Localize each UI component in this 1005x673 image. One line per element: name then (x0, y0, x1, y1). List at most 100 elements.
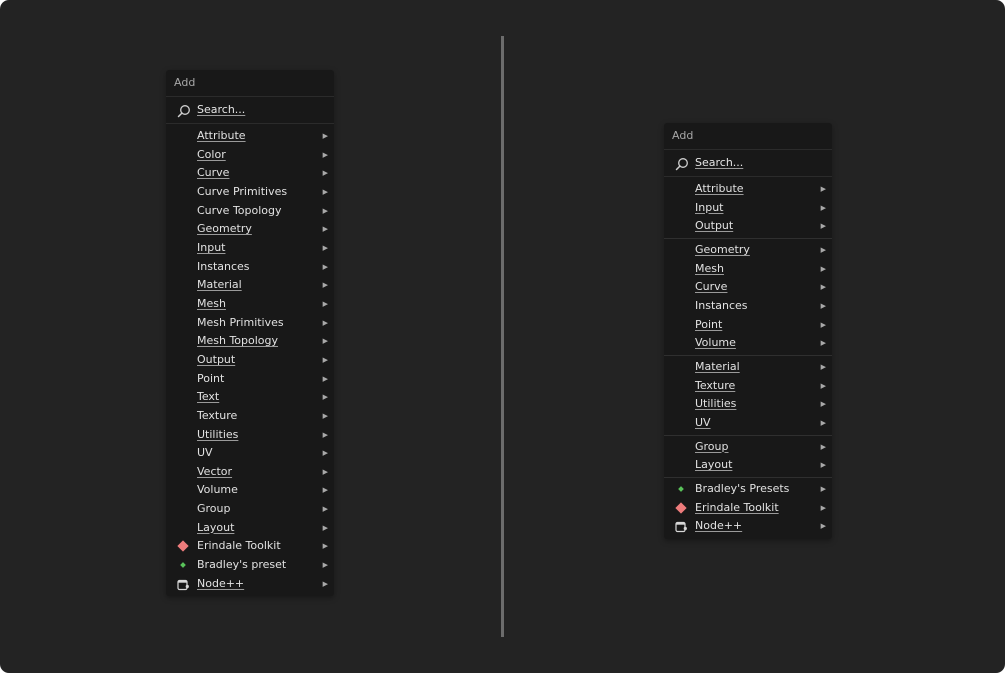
menu-item-mesh[interactable]: Mesh ▶ (166, 295, 334, 314)
menu-item-label: Mesh Primitives (197, 315, 284, 329)
menu-item-label: Mesh Topology (197, 334, 279, 348)
menu-item-label: Curve (197, 166, 230, 180)
menu-item-list: Attribute ▶ Input ▶ Output ▶ Geometry ▶ Mesh… (664, 177, 832, 539)
menu-item-label: Curve Topology (197, 203, 282, 217)
menu-item-label: Geometry (197, 222, 252, 236)
menu-item-erindale-toolkit[interactable]: Erindale Toolkit ▶ (664, 499, 832, 518)
menu-item-instances[interactable]: Instances ▶ (664, 297, 832, 316)
menu-item-label: Layout (197, 520, 235, 534)
menu-item-label: Input (695, 200, 724, 214)
menu-item-geometry[interactable]: Geometry ▶ (664, 241, 832, 260)
submenu-arrow-icon: ▶ (820, 418, 826, 427)
submenu-arrow-icon: ▶ (322, 505, 328, 514)
menu-item-label: Point (695, 317, 723, 331)
menu-item-point[interactable]: Point ▶ (664, 316, 832, 335)
submenu-arrow-icon: ▶ (322, 467, 328, 476)
menu-item-label: Mesh (197, 296, 226, 310)
menu-item-color[interactable]: Color ▶ (166, 146, 334, 165)
menu-item-geometry[interactable]: Geometry ▶ (166, 220, 334, 239)
menu-item-mesh[interactable]: Mesh ▶ (664, 260, 832, 279)
menu-item-output[interactable]: Output ▶ (166, 351, 334, 370)
submenu-arrow-icon: ▶ (820, 203, 826, 212)
node-plus-icon (675, 522, 687, 533)
menu-item-utilities[interactable]: Utilities ▶ (664, 395, 832, 414)
menu-item-label: UV (197, 446, 213, 460)
menu-item-vector[interactable]: Vector ▶ (166, 463, 334, 482)
menu-item-label: Erindale Toolkit (695, 500, 779, 514)
menu-item-texture[interactable]: Texture ▶ (664, 377, 832, 396)
submenu-arrow-icon: ▶ (322, 561, 328, 570)
submenu-arrow-icon: ▶ (820, 522, 826, 531)
add-menu-alphabetical: Add Search... Attribute ▶ Color ▶ Curve ▶ C… (166, 70, 334, 597)
submenu-arrow-icon: ▶ (820, 222, 826, 231)
red-diamond-icon (177, 540, 189, 553)
menu-item-label: Volume (197, 483, 238, 497)
menu-item-label: Output (197, 352, 236, 366)
menu-item-label: Instances (197, 259, 250, 273)
submenu-arrow-icon: ▶ (820, 484, 826, 493)
menu-item-volume[interactable]: Volume ▶ (166, 481, 334, 500)
menu-item-label: Material (695, 359, 740, 373)
menu-item-input[interactable]: Input ▶ (664, 199, 832, 218)
menu-item-label: Curve (695, 280, 728, 294)
menu-item-input[interactable]: Input ▶ (166, 239, 334, 258)
menu-item-texture[interactable]: Texture ▶ (166, 407, 334, 426)
menu-item-mesh-topology[interactable]: Mesh Topology ▶ (166, 332, 334, 351)
menu-item-text[interactable]: Text ▶ (166, 388, 334, 407)
submenu-arrow-icon: ▶ (820, 283, 826, 292)
menu-item-node-plus-plus[interactable]: Node++ ▶ (166, 575, 334, 594)
menu-item-utilities[interactable]: Utilities ▶ (166, 426, 334, 445)
menu-item-label: Bradley's Presets (695, 481, 790, 495)
submenu-arrow-icon: ▶ (322, 299, 328, 308)
submenu-arrow-icon: ▶ (322, 337, 328, 346)
menu-item-material[interactable]: Material ▶ (664, 358, 832, 377)
submenu-arrow-icon: ▶ (322, 486, 328, 495)
menu-item-label: Group (695, 439, 729, 453)
menu-item-point[interactable]: Point ▶ (166, 370, 334, 389)
search-field[interactable]: Search... (166, 97, 334, 124)
menu-item-uv[interactable]: UV ▶ (166, 444, 334, 463)
menu-item-label: Texture (197, 408, 238, 422)
menu-item-instances[interactable]: Instances ▶ (166, 258, 334, 277)
submenu-arrow-icon: ▶ (322, 169, 328, 178)
menu-item-material[interactable]: Material ▶ (166, 276, 334, 295)
menu-item-uv[interactable]: UV ▶ (664, 414, 832, 433)
menu-separator (664, 354, 832, 356)
menu-item-curve-topology[interactable]: Curve Topology ▶ (166, 202, 334, 221)
menu-item-label: Attribute (695, 182, 744, 195)
menu-item-curve-primitives[interactable]: Curve Primitives ▶ (166, 183, 334, 202)
menu-item-curve[interactable]: Curve ▶ (166, 164, 334, 183)
menu-item-node-plus-plus[interactable]: Node++ ▶ (664, 517, 832, 536)
menu-item-label: Mesh (695, 261, 724, 275)
menu-item-curve[interactable]: Curve ▶ (664, 278, 832, 297)
menu-item-label: Bradley's preset (197, 558, 287, 572)
menu-item-label: Input (197, 240, 226, 254)
menu-separator (664, 476, 832, 478)
menu-item-group[interactable]: Group ▶ (166, 500, 334, 519)
menu-item-attribute[interactable]: Attribute ▶ (166, 127, 334, 146)
menu-item-volume[interactable]: Volume ▶ (664, 334, 832, 353)
submenu-arrow-icon: ▶ (322, 542, 328, 551)
green-diamond-icon (678, 486, 684, 492)
add-menu-grouped: Add Search... Attribute ▶ Input ▶ Output ▶ … (664, 123, 832, 539)
menu-item-label: Geometry (695, 242, 750, 256)
menu-item-erindale-toolkit[interactable]: Erindale Toolkit ▶ (166, 537, 334, 556)
submenu-arrow-icon: ▶ (322, 411, 328, 420)
menu-item-output[interactable]: Output ▶ (664, 217, 832, 236)
search-field[interactable]: Search... (664, 150, 832, 177)
menu-item-layout[interactable]: Layout ▶ (166, 519, 334, 538)
menu-item-group[interactable]: Group ▶ (664, 438, 832, 457)
menu-item-layout[interactable]: Layout ▶ (664, 456, 832, 475)
submenu-arrow-icon: ▶ (322, 393, 328, 402)
submenu-arrow-icon: ▶ (322, 449, 328, 458)
red-diamond-icon (675, 501, 687, 514)
menu-item-attribute[interactable]: Attribute ▶ (664, 180, 832, 199)
menu-item-bradleys-preset[interactable]: Bradley's preset ▶ (166, 556, 334, 575)
menu-item-mesh-primitives[interactable]: Mesh Primitives ▶ (166, 314, 334, 333)
submenu-arrow-icon: ▶ (322, 579, 328, 588)
submenu-arrow-icon: ▶ (322, 374, 328, 383)
submenu-arrow-icon: ▶ (820, 400, 826, 409)
menu-item-label: Node++ (695, 519, 743, 533)
menu-item-label: Output (695, 219, 734, 233)
menu-item-bradleys-presets[interactable]: Bradley's Presets ▶ (664, 480, 832, 499)
